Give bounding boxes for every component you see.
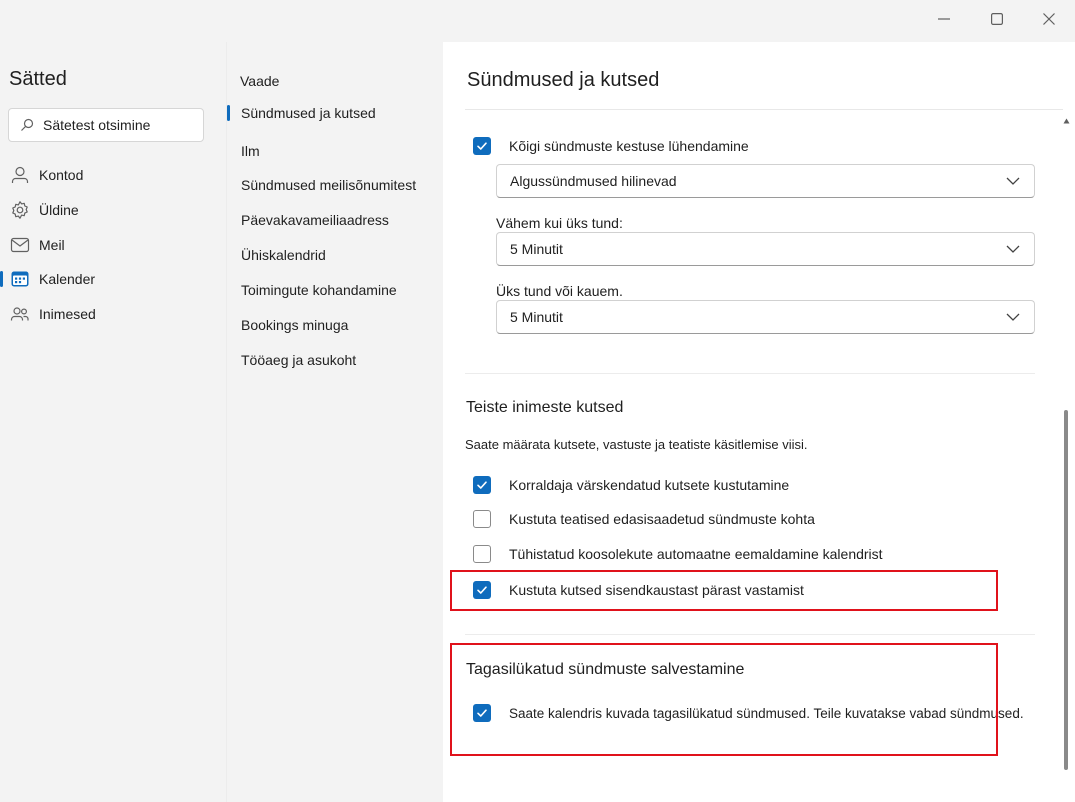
subnav-item-agenda-email[interactable]: Päevakavameiliaadress: [227, 205, 444, 235]
scroll-thumb[interactable]: [1064, 410, 1068, 770]
page-title: Sündmused ja kutsed: [467, 69, 660, 91]
maximize-icon: [991, 13, 1003, 25]
subnav-item-label: Ilm: [241, 143, 260, 159]
settings-content: Sündmused ja kutsed Kõigi sündmuste kest…: [443, 42, 1075, 802]
close-icon: [1043, 13, 1055, 25]
subnav-item-shared-calendars[interactable]: Ühiskalendrid: [227, 240, 444, 270]
subnav-item-label: Sündmused meilisõnumitest: [241, 177, 417, 193]
checkbox-label: Kustuta kutsed sisendkaustast pärast vas…: [509, 582, 804, 598]
checkmark-icon: [477, 586, 487, 594]
delete-updated-invites-checkbox[interactable]: Korraldaja värskendatud kutsete kustutam…: [473, 476, 789, 494]
remove-canceled-meetings-checkbox[interactable]: Tühistatud koosolekute automaatne eemald…: [473, 545, 883, 563]
dropdown-value: 5 Minutit: [510, 309, 563, 325]
checkbox-checked[interactable]: [473, 137, 491, 155]
subnav-item-label: Ühiskalendrid: [241, 247, 326, 263]
subnav-item-events-from-email[interactable]: Sündmused meilisõnumitest: [227, 170, 444, 200]
person-icon: [11, 166, 29, 183]
sidebar-item-label: Üldine: [39, 202, 79, 218]
dropdown-value: Algussündmused hilinevad: [510, 173, 677, 189]
subnav-item-bookings[interactable]: Bookings minuga: [227, 310, 444, 340]
settings-window: Sätted Kontod Üldine Meil Kalender Inime…: [0, 0, 1075, 802]
checkmark-icon: [477, 709, 487, 717]
checkbox-unchecked[interactable]: [473, 510, 491, 528]
checkbox-checked[interactable]: [473, 476, 491, 494]
over-hour-dropdown[interactable]: 5 Minutit: [496, 300, 1035, 334]
sidebar-item-calendar[interactable]: Kalender: [0, 263, 226, 295]
shorten-events-checkbox[interactable]: Kõigi sündmuste kestuse lühendamine: [473, 137, 749, 155]
chevron-down-icon: [1006, 245, 1020, 253]
subnav-item-label: Tööaeg ja asukoht: [241, 352, 357, 368]
sidebar-item-label: Kalender: [39, 271, 96, 287]
invites-section-description: Saate määrata kutsete, vastuste ja teati…: [465, 437, 808, 452]
close-button[interactable]: [1026, 4, 1072, 34]
checkbox-checked[interactable]: [473, 581, 491, 599]
over-hour-label: Üks tund või kauem.: [496, 283, 623, 299]
dropdown-value: 5 Minutit: [510, 241, 563, 257]
sidebar-item-people[interactable]: Inimesed: [0, 298, 226, 330]
delete-invites-after-response-checkbox[interactable]: Kustuta kutsed sisendkaustast pärast vas…: [473, 581, 804, 599]
settings-search[interactable]: [8, 108, 204, 142]
search-icon: [21, 118, 34, 131]
minimize-icon: [938, 18, 950, 20]
divider: [465, 634, 1035, 635]
invites-section-title: Teiste inimeste kutsed: [466, 399, 624, 416]
sidebar-item-general[interactable]: Üldine: [0, 194, 226, 226]
under-hour-dropdown[interactable]: 5 Minutit: [496, 232, 1035, 266]
chevron-down-icon: [1006, 313, 1020, 321]
sidebar-item-label: Kontod: [39, 167, 84, 183]
subnav-item-label: Bookings minuga: [241, 317, 349, 333]
checkbox-label: Korraldaja värskendatud kutsete kustutam…: [509, 477, 790, 493]
under-hour-label: Vähem kui üks tund:: [496, 215, 623, 231]
show-declined-events-checkbox[interactable]: Saate kalendris kuvada tagasilükatud sün…: [473, 704, 1024, 722]
sidebar-item-mail[interactable]: Meil: [0, 229, 226, 261]
title-bar: [0, 0, 1075, 42]
sidebar-item-label: Inimesed: [39, 306, 96, 322]
scroll-up-icon[interactable]: [1063, 118, 1070, 124]
search-input[interactable]: [43, 117, 193, 133]
settings-title: Sätted: [9, 68, 67, 90]
people-icon: [10, 307, 29, 321]
checkbox-label: Tühistatud koosolekute automaatne eemald…: [509, 546, 883, 562]
delete-forward-notifications-checkbox[interactable]: Kustuta teatised edasisaadetud sündmuste…: [473, 510, 815, 528]
subnav-item-label: Toimingute kohandamine: [241, 282, 397, 298]
subnav-heading: Vaade: [240, 73, 280, 89]
chevron-down-icon: [1006, 177, 1020, 185]
checkbox-label: Saate kalendris kuvada tagasilükatud sün…: [509, 705, 1024, 721]
checkmark-icon: [477, 142, 487, 150]
subnav-item-label: Päevakavameiliaadress: [241, 212, 389, 228]
subnav-item-events-invites[interactable]: Sündmused ja kutsed: [227, 98, 444, 128]
maximize-button[interactable]: [974, 4, 1020, 34]
gear-icon: [12, 201, 28, 219]
checkbox-label: Kõigi sündmuste kestuse lühendamine: [509, 138, 749, 154]
calendar-icon: [11, 271, 29, 287]
subnav-item-weather[interactable]: Ilm: [227, 136, 444, 166]
sidebar-item-accounts[interactable]: Kontod: [0, 159, 226, 191]
subnav-item-work-hours-location[interactable]: Tööaeg ja asukoht: [227, 345, 444, 375]
settings-sidebar: Sätted Kontod Üldine Meil Kalender Inime…: [0, 42, 226, 802]
shorten-mode-dropdown[interactable]: Algussündmused hilinevad: [496, 164, 1035, 198]
minimize-button[interactable]: [921, 4, 967, 34]
checkmark-icon: [477, 481, 487, 489]
subnav-item-label: Sündmused ja kutsed: [241, 105, 376, 121]
sidebar-item-label: Meil: [39, 237, 65, 253]
checkbox-label: Kustuta teatised edasisaadetud sündmuste…: [509, 511, 815, 527]
checkbox-unchecked[interactable]: [473, 545, 491, 563]
divider: [465, 109, 1063, 110]
declined-section-title: Tagasilükatud sündmuste salvestamine: [466, 661, 745, 678]
divider: [465, 373, 1035, 374]
calendar-subnav: Vaade Sündmused ja kutsed Ilm Sündmused …: [226, 42, 443, 802]
scrollbar[interactable]: [1059, 112, 1073, 802]
checkbox-checked[interactable]: [473, 704, 491, 722]
mail-icon: [10, 237, 30, 253]
subnav-item-customize-actions[interactable]: Toimingute kohandamine: [227, 275, 444, 305]
